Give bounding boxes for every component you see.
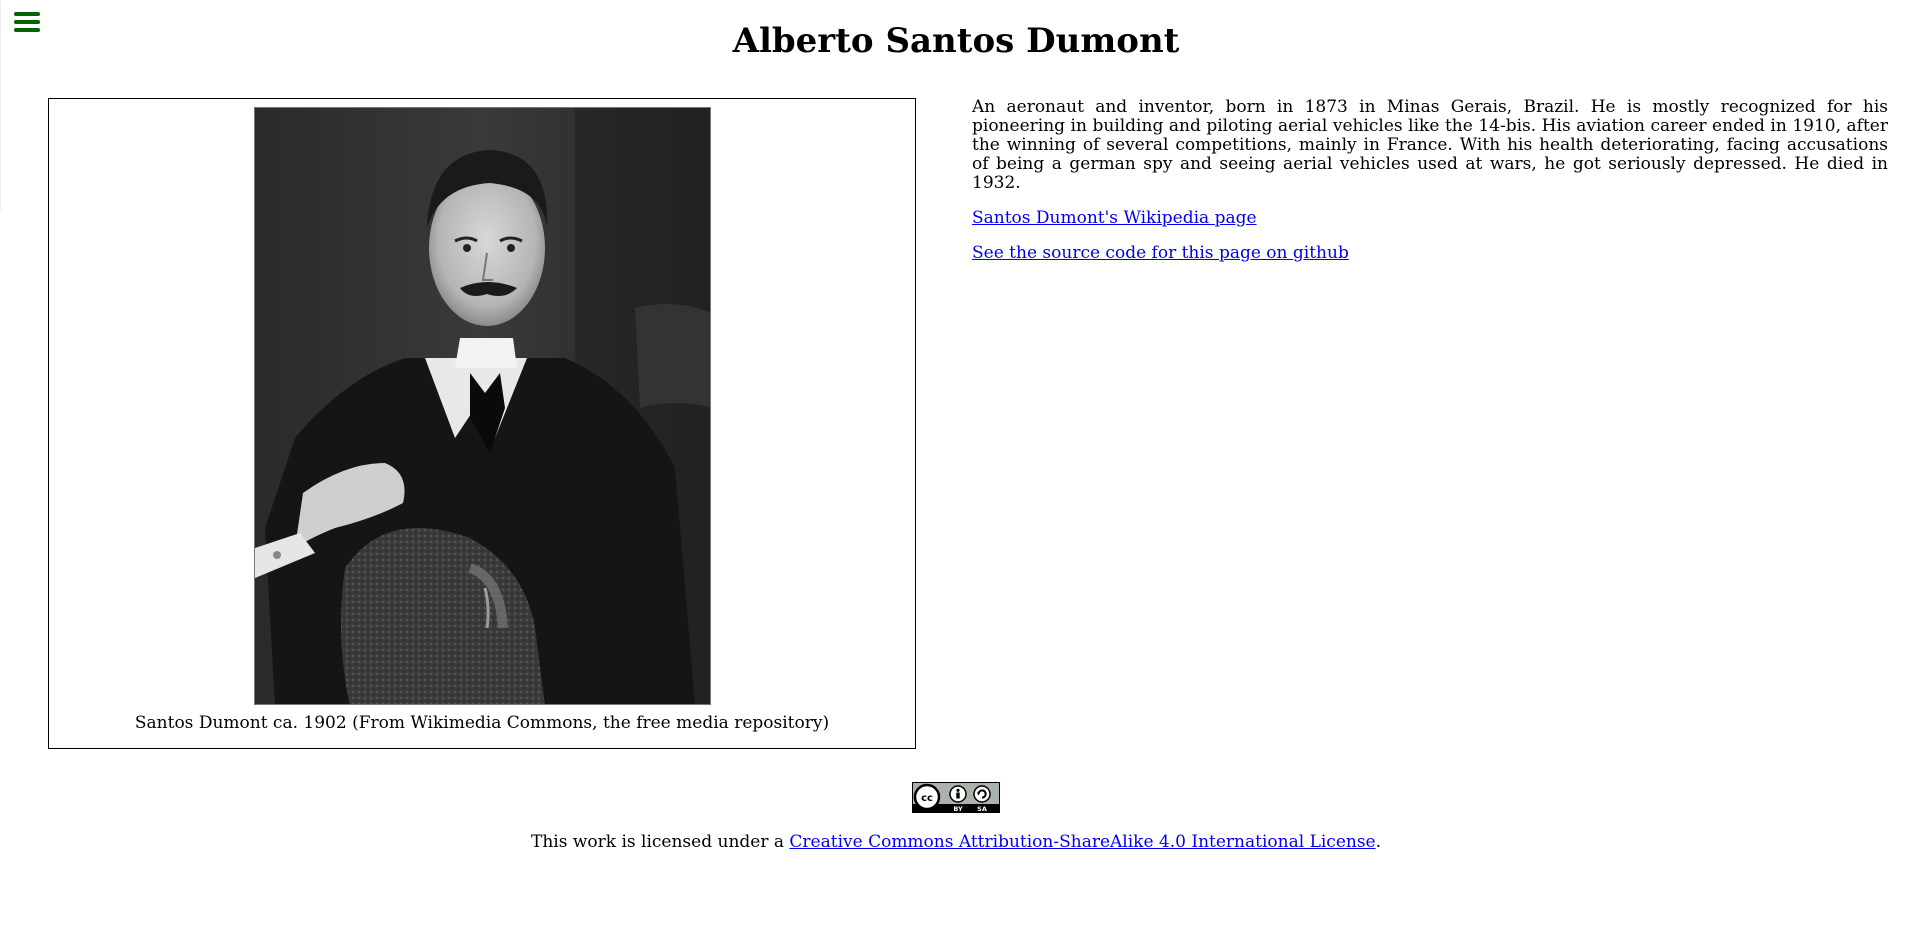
github-link-row: See the source code for this page on git…: [972, 244, 1888, 263]
github-source-link[interactable]: See the source code for this page on git…: [972, 243, 1349, 263]
biography-paragraph: An aeronaut and inventor, born in 1873 i…: [972, 97, 1888, 193]
portrait-photo: [254, 107, 711, 705]
cc-sa-label: SA: [977, 805, 987, 813]
wikipedia-link[interactable]: Santos Dumont's Wikipedia page: [972, 208, 1257, 228]
cc-by-sa-icon: cc BY SA: [912, 782, 1000, 813]
creative-commons-badge-icon[interactable]: cc BY SA: [912, 782, 1000, 813]
figure-caption: Santos Dumont ca. 1902 (From Wikimedia C…: [134, 713, 830, 733]
menu-bar-top: [14, 12, 40, 16]
main-content: An aeronaut and inventor, born in 1873 i…: [972, 98, 1888, 279]
license-link[interactable]: Creative Commons Attribution-ShareAlike …: [789, 832, 1375, 852]
license-prefix: This work is licensed under a: [530, 832, 790, 852]
cc-by-label: BY: [953, 805, 963, 813]
wikipedia-link-row: Santos Dumont's Wikipedia page: [972, 209, 1888, 228]
portrait-photo-drawing: [255, 108, 710, 704]
page-title: Alberto Santos Dumont: [732, 21, 1180, 61]
svg-text:cc: cc: [921, 793, 933, 804]
license-suffix: .: [1375, 832, 1382, 852]
license-notice: This work is licensed under a Creative C…: [0, 832, 1912, 852]
portrait-figure: Santos Dumont ca. 1902 (From Wikimedia C…: [48, 98, 916, 749]
